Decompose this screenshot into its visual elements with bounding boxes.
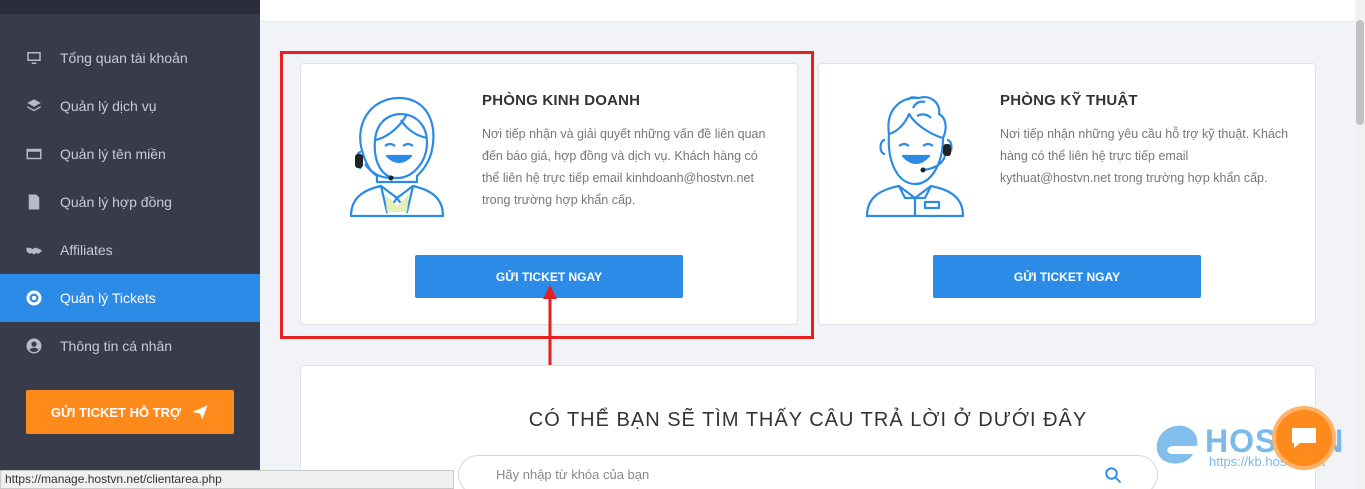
sidebar: Tổng quan tài khoản Quản lý dịch vụ Quản… — [0, 0, 260, 489]
chat-icon — [1292, 428, 1316, 448]
faq-search-input[interactable] — [496, 467, 1056, 482]
paper-plane-icon — [192, 405, 208, 420]
sidebar-item-tickets[interactable]: Quản lý Tickets — [0, 274, 260, 322]
sidebar-item-label: Quản lý tên miền — [60, 146, 166, 162]
send-support-ticket-button[interactable]: GỬI TICKET HỖ TRỢ — [26, 390, 234, 434]
layers-icon — [25, 97, 43, 115]
technical-agent-avatar — [865, 96, 965, 218]
sidebar-item-services[interactable]: Quản lý dịch vụ — [0, 82, 260, 130]
top-bar — [260, 0, 1355, 22]
page-scrollbar[interactable] — [1355, 0, 1365, 489]
technical-department-title: PHÒNG KỸ THUẬT — [1000, 92, 1138, 109]
browser-status-url: https://manage.hostvn.net/clientarea.php — [0, 470, 454, 489]
search-icon[interactable] — [1104, 466, 1122, 484]
sidebar-item-label: Quản lý Tickets — [60, 290, 156, 306]
faq-search-box — [458, 455, 1158, 489]
hostvn-logo-icon — [1156, 425, 1198, 464]
sidebar-item-profile[interactable]: Thông tin cá nhân — [0, 322, 260, 370]
sidebar-item-domains[interactable]: Quản lý tên miền — [0, 130, 260, 178]
sidebar-item-contracts[interactable]: Quản lý hợp đồng — [0, 178, 260, 226]
handshake-icon — [25, 241, 43, 259]
technical-department-card: PHÒNG KỸ THUẬT Nơi tiếp nhận những yêu c… — [818, 63, 1316, 325]
sidebar-item-label: Thông tin cá nhân — [60, 338, 173, 354]
sidebar-item-account-overview[interactable]: Tổng quan tài khoản — [0, 34, 260, 82]
support-button-label: GỬI TICKET HỖ TRỢ — [50, 404, 182, 420]
technical-send-ticket-button[interactable]: GỬI TICKET NGAY — [933, 255, 1201, 298]
lifebuoy-icon — [25, 289, 43, 307]
sidebar-item-label: Quản lý dịch vụ — [60, 98, 157, 114]
document-icon — [25, 193, 43, 211]
sidebar-header — [0, 0, 260, 14]
domain-icon — [25, 145, 43, 163]
live-chat-button[interactable] — [1272, 406, 1336, 470]
monitor-icon — [25, 49, 43, 67]
sidebar-nav: Tổng quan tài khoản Quản lý dịch vụ Quản… — [0, 34, 260, 370]
technical-department-description: Nơi tiếp nhận những yêu cầu hỗ trợ kỹ th… — [1000, 127, 1289, 185]
sidebar-item-label: Affiliates — [60, 242, 113, 258]
sidebar-item-label: Quản lý hợp đồng — [60, 194, 172, 210]
sidebar-item-label: Tổng quan tài khoản — [60, 50, 188, 66]
user-icon — [25, 337, 43, 355]
hostvn-watermark: HOSTVN https://kb.hostvn.net — [1153, 420, 1343, 471]
sidebar-item-affiliates[interactable]: Affiliates — [0, 226, 260, 274]
scrollbar-thumb[interactable] — [1356, 20, 1364, 125]
